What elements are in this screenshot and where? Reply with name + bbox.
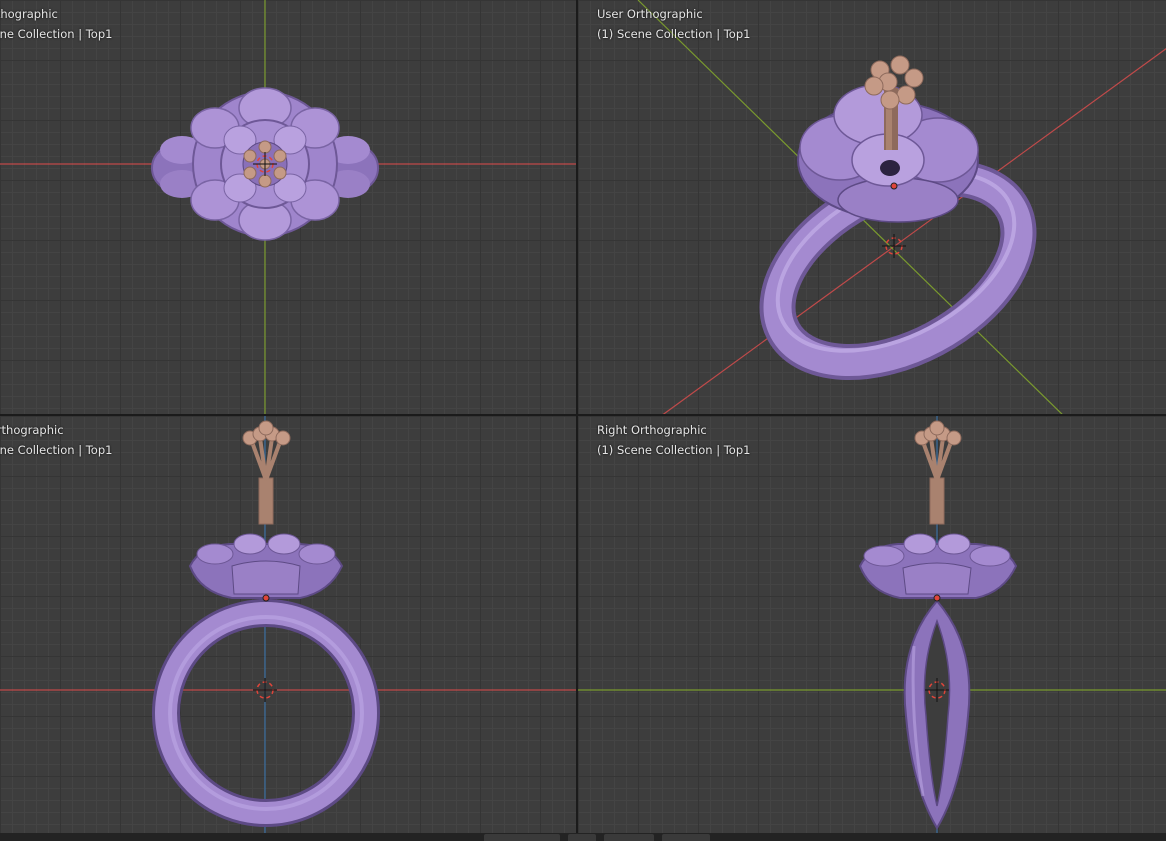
top-view-scene [0,0,576,414]
object-origin-icon [933,594,941,602]
viewport-title: Front Orthographic [0,423,64,437]
object-origin-icon [262,594,270,602]
user-view-scene [637,0,1166,414]
viewport-right-orthographic[interactable]: Right Orthographic (1) Scene Collection … [578,416,1166,833]
viewport-subtitle: (1) Scene Collection | Top1 [597,443,751,457]
stamen-front-view [242,420,291,525]
viewport-title: Top Orthographic [0,7,58,21]
footer-tab[interactable] [604,834,654,841]
viewport-splitter-vertical[interactable] [576,0,578,833]
viewport-title: User Orthographic [597,7,703,21]
flower-side-view [858,533,1018,599]
right-view-scene [578,416,1166,833]
footer-tab[interactable] [662,834,710,841]
stamen-side-view [914,420,962,525]
viewport-splitter-horizontal[interactable] [0,414,1166,416]
ring-band-front [152,599,380,827]
footer-tab[interactable] [568,834,596,841]
viewport-title: Right Orthographic [597,423,707,437]
ring-band-side [903,599,971,830]
viewport-subtitle: (1) Scene Collection | Top1 [0,27,113,41]
viewport-subtitle: (1) Scene Collection | Top1 [0,443,113,457]
front-view-scene [0,416,576,833]
viewport-top-orthographic[interactable]: Top Orthographic (1) Scene Collection | … [0,0,576,414]
3d-cursor-icon [882,234,906,258]
viewport-user-orthographic[interactable]: User Orthographic (1) Scene Collection |… [578,0,1166,414]
viewport-subtitle: (1) Scene Collection | Top1 [597,27,751,41]
footer-tab[interactable] [484,834,560,841]
3d-cursor-icon [253,678,277,702]
bottom-timeline-strip [0,833,1166,841]
object-origin-icon [890,182,898,190]
flower-front-view [188,533,344,599]
viewport-front-orthographic[interactable]: Front Orthographic (1) Scene Collection … [0,416,576,833]
